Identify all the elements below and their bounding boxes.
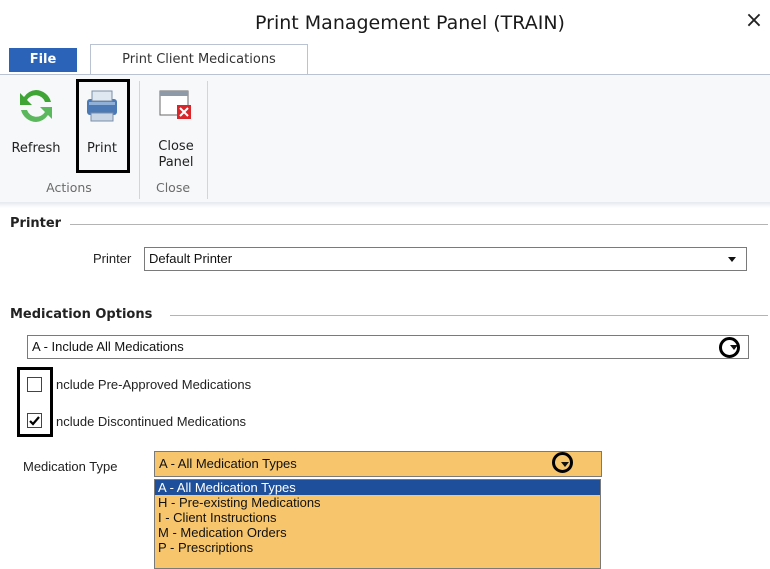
discontinued-checkbox[interactable]: [27, 413, 42, 428]
section-rule: [170, 315, 768, 316]
printer-label: Printer: [93, 251, 132, 266]
printer-icon: [87, 90, 117, 122]
discontinued-label: nclude Discontinued Medications: [56, 414, 247, 429]
close-panel-icon: [159, 90, 191, 119]
group-actions-label: Actions: [46, 180, 92, 195]
tab-file[interactable]: File: [9, 48, 77, 72]
refresh-icon: [20, 90, 52, 122]
print-label: Print: [87, 141, 117, 156]
tab-print-client-medications[interactable]: Print Client Medications: [90, 44, 308, 75]
close-window-button[interactable]: ×: [742, 8, 766, 34]
refresh-label: Refresh: [11, 141, 61, 156]
ribbon: Refresh Print Close Panel Actions Close: [0, 74, 770, 204]
include-medications-value: A - Include All Medications: [32, 339, 184, 354]
chevron-down-icon[interactable]: [728, 257, 736, 262]
medication-type-value: A - All Medication Types: [159, 456, 297, 471]
ribbon-shadow: [0, 202, 770, 208]
printer-section-heading: Printer: [10, 216, 62, 231]
medication-type-dropdown[interactable]: A - All Medication Types: [154, 451, 602, 477]
medication-type-listbox: A - All Medication Types H - Pre-existin…: [154, 479, 601, 569]
list-item[interactable]: I - Client Instructions: [155, 510, 600, 525]
checkmark-icon: [29, 416, 40, 426]
list-item[interactable]: P - Prescriptions: [155, 540, 600, 555]
ribbon-separator: [207, 81, 208, 199]
list-item[interactable]: M - Medication Orders: [155, 525, 600, 540]
medication-section-heading: Medication Options: [10, 307, 153, 322]
highlight-circle: [552, 452, 573, 473]
pre-approved-checkbox[interactable]: [27, 377, 42, 392]
printer-value: Default Printer: [149, 251, 233, 266]
medication-type-label: Medication Type: [23, 459, 118, 474]
refresh-button[interactable]: Refresh: [4, 83, 68, 161]
printer-dropdown[interactable]: Default Printer: [144, 247, 747, 271]
group-close-label: Close: [155, 180, 191, 195]
print-button[interactable]: Print: [76, 83, 128, 161]
close-panel-label-1: Close: [158, 139, 194, 154]
list-item[interactable]: H - Pre-existing Medications: [155, 495, 600, 510]
highlight-circle: [719, 337, 740, 358]
close-panel-button[interactable]: Close Panel: [148, 83, 204, 173]
window-title: Print Management Panel (TRAIN): [255, 12, 565, 34]
pre-approved-label: nclude Pre-Approved Medications: [56, 377, 252, 392]
section-rule: [70, 224, 768, 225]
include-medications-dropdown[interactable]: A - Include All Medications: [27, 335, 749, 359]
list-item[interactable]: A - All Medication Types: [155, 480, 600, 495]
close-panel-label-2: Panel: [158, 155, 194, 170]
